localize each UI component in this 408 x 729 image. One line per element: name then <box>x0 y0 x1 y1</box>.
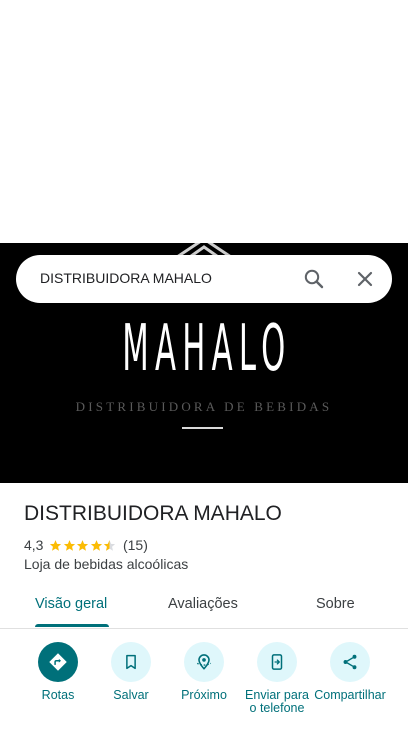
search-bar[interactable]: DISTRIBUIDORA MAHALO <box>16 255 392 303</box>
star-full-icon <box>77 539 89 551</box>
rating-stars <box>49 539 117 552</box>
brand-logo-text: MAHALO <box>122 312 292 386</box>
tab-about[interactable]: Sobre <box>316 596 355 612</box>
share-icon <box>343 654 357 670</box>
tab-active-indicator <box>35 624 109 627</box>
save-button[interactable]: Salvar <box>91 640 171 729</box>
send-to-phone-button-circle <box>257 642 297 682</box>
star-full-icon <box>90 539 103 551</box>
directions-label: Rotas <box>41 689 75 702</box>
place-category: Loja de bebidas alcoólicas <box>24 556 189 572</box>
review-count[interactable]: (15) <box>123 537 148 553</box>
share-button[interactable]: Compartilhar <box>310 640 390 729</box>
star-half-icon <box>104 539 116 551</box>
directions-icon <box>49 653 67 671</box>
send-to-phone-label: Enviar para o telefone <box>245 689 309 715</box>
send-to-phone-icon <box>271 654 283 670</box>
save-label: Salvar <box>113 689 149 702</box>
bookmark-icon <box>126 654 136 670</box>
tab-overview[interactable]: Visão geral <box>35 596 107 612</box>
action-bar: Rotas Salvar Próximo Enviar para o telef… <box>0 640 408 726</box>
star-full-icon <box>50 539 62 551</box>
star-full-icon <box>63 539 76 551</box>
rating-value: 4,3 <box>24 537 44 553</box>
save-button-circle <box>111 642 151 682</box>
place-tabs: Visão geral Avaliações Sobre <box>0 584 408 629</box>
close-icon[interactable] <box>353 267 377 291</box>
share-label: Compartilhar <box>314 689 386 702</box>
nearby-button[interactable]: Próximo <box>164 640 244 729</box>
nearby-icon <box>196 654 212 670</box>
nearby-button-circle <box>184 642 224 682</box>
brand-divider <box>182 427 223 429</box>
directions-button-circle <box>38 642 78 682</box>
place-title: DISTRIBUIDORA MAHALO <box>24 502 282 525</box>
share-button-circle <box>330 642 370 682</box>
send-to-phone-button[interactable]: Enviar para o telefone <box>237 640 317 729</box>
directions-button[interactable]: Rotas <box>18 640 98 729</box>
search-icon[interactable] <box>302 267 326 291</box>
nearby-label: Próximo <box>181 689 227 702</box>
tab-reviews[interactable]: Avaliações <box>168 596 238 612</box>
brand-tagline: DISTRIBUIDORA DE BEBIDAS <box>75 399 333 414</box>
map-area-blank <box>0 0 408 243</box>
rating-row[interactable]: 4,3 (15) <box>24 536 148 554</box>
search-input[interactable]: DISTRIBUIDORA MAHALO <box>40 270 212 286</box>
